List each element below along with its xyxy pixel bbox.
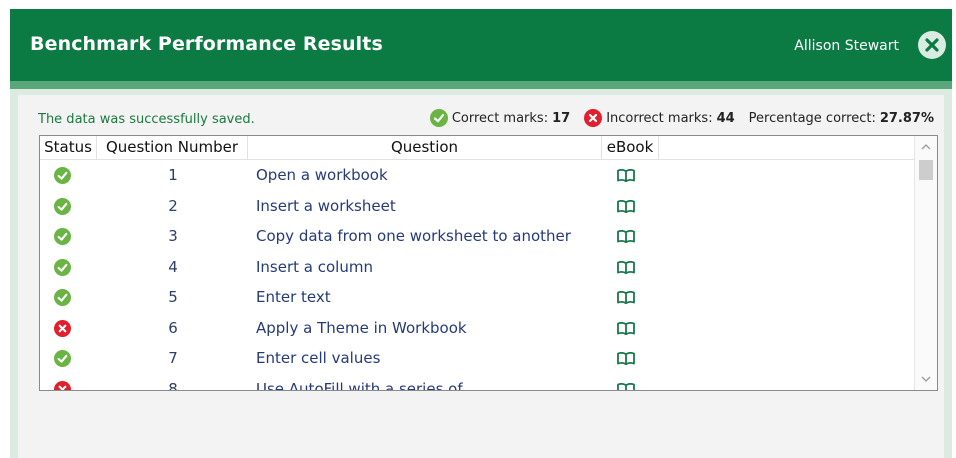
ebook-link[interactable]: [614, 374, 654, 390]
question-number: 7: [168, 349, 178, 367]
percentage-label: Percentage correct:: [748, 110, 876, 126]
correct-marks-label: Correct marks:: [451, 110, 549, 126]
question-number: 1: [168, 166, 178, 184]
question-link[interactable]: Enter text: [256, 282, 331, 313]
table-row[interactable]: 3 Copy data from one worksheet to another: [40, 221, 914, 252]
check-circle-icon: [54, 350, 71, 367]
dialog-title: Benchmark Performance Results: [30, 33, 383, 55]
ebook-link[interactable]: [614, 313, 654, 344]
question-number: 3: [168, 227, 178, 245]
ebook-link[interactable]: [614, 160, 654, 191]
results-table: Status Question Number Question eBook 1 O…: [39, 135, 938, 391]
results-panel: The data was successfully saved. Correct…: [18, 95, 944, 458]
dialog-header: Benchmark Performance Results Allison St…: [10, 9, 952, 81]
check-circle-icon: [54, 228, 71, 245]
column-header-question[interactable]: Question: [248, 136, 602, 159]
close-button[interactable]: [918, 31, 946, 59]
check-circle-icon: [54, 197, 71, 215]
table-header: Status Question Number Question eBook: [40, 136, 914, 160]
percentage-value: 27.87%: [879, 110, 934, 126]
x-circle-icon: [54, 380, 71, 390]
question-number: 4: [168, 257, 178, 276]
user-name: Allison Stewart: [794, 38, 899, 54]
table-row[interactable]: 1 Open a workbook: [40, 160, 914, 191]
ebook-link[interactable]: [614, 343, 654, 374]
question-link[interactable]: Enter cell values: [256, 343, 380, 374]
ebook-link[interactable]: [614, 282, 654, 313]
check-circle-icon: [54, 289, 71, 306]
table-row[interactable]: 5 Enter text: [40, 282, 914, 313]
scroll-thumb[interactable]: [919, 160, 933, 180]
close-x-icon: [925, 38, 939, 52]
table-row[interactable]: 4 Insert a column: [40, 252, 914, 283]
save-status-message: The data was successfully saved.: [38, 112, 255, 127]
table-row[interactable]: 6 Apply a Theme in Workbook: [40, 313, 914, 344]
question-link[interactable]: Use AutoFill with a series of: [256, 374, 463, 391]
check-circle-icon: [54, 167, 71, 184]
question-link[interactable]: Copy data from one worksheet to another: [256, 221, 571, 252]
question-number: 8: [168, 379, 178, 391]
correct-marks-value: 17: [552, 110, 571, 126]
score-summary: Correct marks: 17 Incorrect marks: 44 Pe…: [429, 105, 934, 131]
table-row[interactable]: 7 Enter cell values: [40, 343, 914, 374]
header-accent-strip: [10, 81, 952, 89]
incorrect-marks-value: 44: [716, 110, 735, 126]
question-number: 5: [168, 288, 178, 306]
column-header-status[interactable]: Status: [40, 136, 97, 159]
question-link[interactable]: Apply a Theme in Workbook: [256, 313, 467, 344]
ebook-link[interactable]: [614, 191, 654, 222]
vertical-scrollbar[interactable]: [914, 136, 937, 390]
question-link[interactable]: Open a workbook: [256, 160, 388, 191]
question-link[interactable]: Insert a column: [256, 252, 373, 283]
question-link[interactable]: Insert a worksheet: [256, 191, 396, 222]
x-circle-icon: [54, 319, 71, 337]
check-circle-icon: [429, 109, 448, 127]
incorrect-marks-label: Incorrect marks:: [606, 110, 713, 126]
table-row[interactable]: 8 Use AutoFill with a series of: [40, 374, 914, 391]
scroll-up-button[interactable]: [915, 136, 937, 158]
check-circle-icon: [54, 258, 71, 276]
column-header-ebook[interactable]: eBook: [602, 136, 659, 159]
table-row[interactable]: 2 Insert a worksheet: [40, 191, 914, 222]
scroll-down-button[interactable]: [915, 368, 937, 390]
column-header-question-number[interactable]: Question Number: [97, 136, 248, 159]
ebook-link[interactable]: [614, 221, 654, 252]
x-circle-icon: [584, 109, 603, 127]
question-number: 6: [168, 318, 178, 337]
question-number: 2: [168, 196, 178, 215]
ebook-link[interactable]: [614, 252, 654, 283]
benchmark-results-dialog: Benchmark Performance Results Allison St…: [10, 9, 952, 458]
